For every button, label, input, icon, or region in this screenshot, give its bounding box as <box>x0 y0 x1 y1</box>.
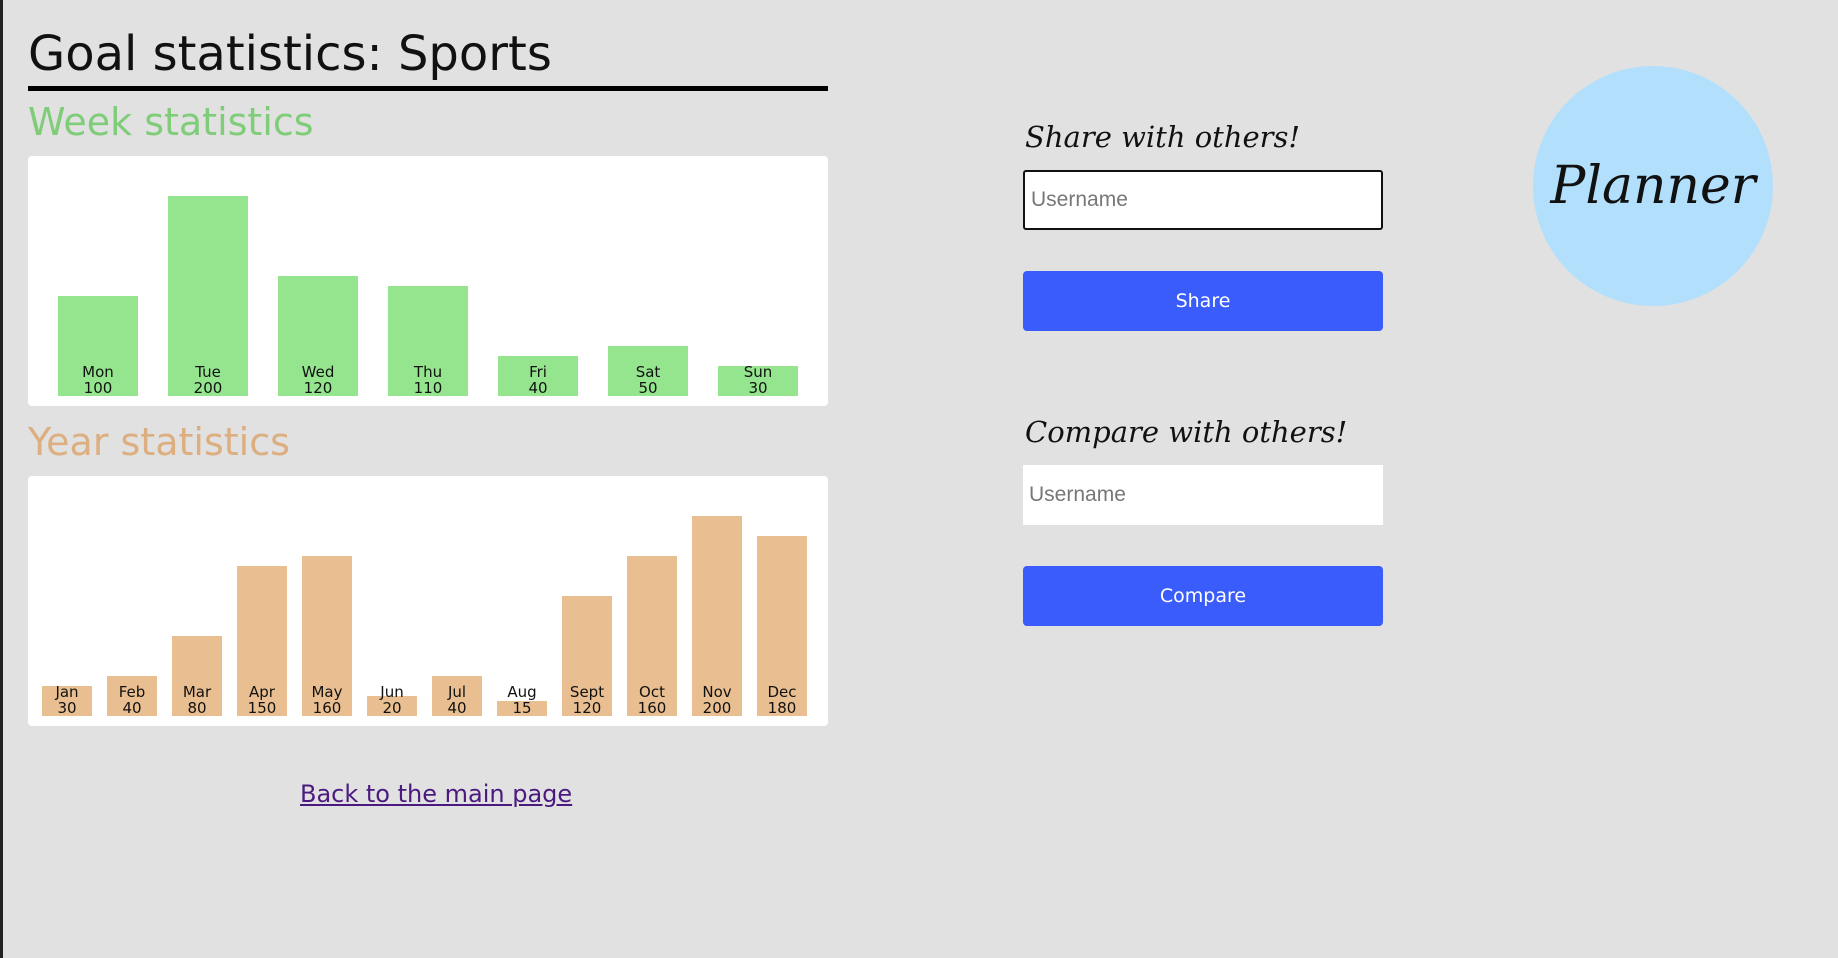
year-bar-value-label: 150 <box>248 699 277 717</box>
compare-heading: Compare with others! <box>1025 415 1348 449</box>
compare-button[interactable]: Compare <box>1023 566 1383 626</box>
week-bar-value-label: 30 <box>748 379 767 397</box>
compare-username-input[interactable] <box>1023 465 1383 525</box>
page-title: Goal statistics: Sports <box>28 24 828 91</box>
year-bar-value-label: 160 <box>313 699 342 717</box>
share-button[interactable]: Share <box>1023 271 1383 331</box>
week-chart-svg: Mon100Tue200Wed120Thu110Fri40Sat50Sun30 <box>58 196 798 397</box>
year-bar-value-label: 20 <box>382 699 401 717</box>
window-edge <box>0 0 3 958</box>
year-bar-value-label: 180 <box>768 699 797 717</box>
share-heading: Share with others! <box>1025 120 1301 154</box>
share-username-input[interactable] <box>1023 170 1383 230</box>
week-bar-value-label: 110 <box>414 379 443 397</box>
week-chart: Mon 100 Tue 200 Wed 120 Thu 110 Fri 40 Sat 50 Sun 30 <box>28 156 828 406</box>
week-bar-value-label: 100 <box>84 379 113 397</box>
year-chart-svg: Jan30Feb40Mar80Apr150May160Jun20Jul40Aug… <box>42 516 807 717</box>
year-bar-value-label: 160 <box>638 699 667 717</box>
week-bar-value-label: 200 <box>194 379 223 397</box>
year-bar-value-label: 200 <box>703 699 732 717</box>
planner-logo[interactable]: Planner <box>1533 66 1773 306</box>
week-statistics-heading: Week statistics <box>28 100 314 144</box>
year-bar-value-label: 15 <box>512 699 531 717</box>
year-statistics-heading: Year statistics <box>28 420 290 464</box>
back-to-main-link[interactable]: Back to the main page <box>300 780 572 808</box>
year-bar-value-label: 30 <box>57 699 76 717</box>
week-bar-value-label: 120 <box>304 379 333 397</box>
year-bar-value-label: 120 <box>573 699 602 717</box>
year-bar-value-label: 80 <box>187 699 206 717</box>
week-bar-value-label: 40 <box>528 379 547 397</box>
week-bar-value-label: 50 <box>638 379 657 397</box>
year-bar-value-label: 40 <box>447 699 466 717</box>
year-chart: Jan 30 Feb 40 Mar 80 Apr 150 May 160 Jun 20 Jul 40 Aug… <box>28 476 828 726</box>
planner-logo-text: Planner <box>1550 156 1756 216</box>
year-bar-value-label: 40 <box>122 699 141 717</box>
